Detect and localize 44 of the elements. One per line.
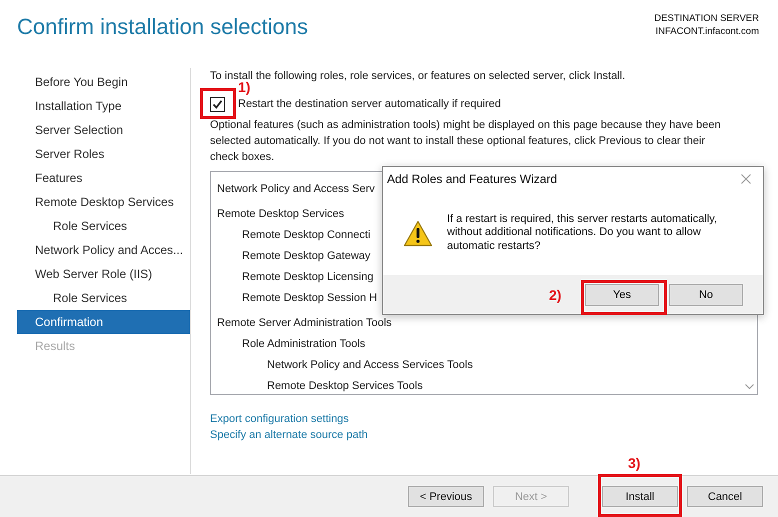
selection-item: Remote Desktop Connecti [242,229,370,241]
wizard-step[interactable]: Before You Begin [17,70,190,94]
wizard-step[interactable]: Remote Desktop Services [17,190,190,214]
dialog-message: If a restart is required, this server restarts automatically, without additional notifications. Do you want to allow automatic restarts? [447,212,718,254]
restart-checkbox[interactable] [210,96,225,112]
wizard-step[interactable]: Features [17,166,190,190]
highlight-frame [200,88,236,119]
step-number-label: 3) [628,455,640,471]
dialog-button[interactable]: No [669,284,743,306]
selection-item: Role Administration Tools [242,338,366,350]
step-number-label: 1) [238,79,250,95]
note-text: Optional features (such as administration tools) might be displayed on this page because they have been selected automatically. If you do not want to install these optional features, click Previous to clear their check boxes. [210,118,722,165]
wizard-step[interactable]: Network Policy and Acces... [17,238,190,262]
wizard-step[interactable]: Confirmation [17,310,190,334]
selection-item: Remote Desktop Gateway [242,250,370,262]
link[interactable]: Specify an alternate source path [210,427,368,443]
server-name: INFACONT.infacont.com [656,25,759,38]
wizard-step[interactable]: Server Selection [17,118,190,142]
selection-item: Remote Desktop Services [217,208,344,220]
selection-item: Network Policy and Access Services Tools [267,359,473,371]
scroll-down-icon[interactable] [744,384,754,390]
wizard-step[interactable]: Role Services [17,286,190,310]
warning-icon [403,220,433,246]
page-title: Confirm installation selections [17,14,308,40]
instruction-text: To install the following roles, role services, or features on selected server, click Install. [210,69,626,82]
selection-item: Remote Desktop Licensing [242,271,374,283]
wizard-step[interactable]: Role Services [17,214,190,238]
wizard-step[interactable]: Installation Type [17,94,190,118]
wizard-step[interactable]: Web Server Role (IIS) [17,262,190,286]
checkbox-label: Restart the destination server automatically if required [238,98,501,110]
dialog-title: Add Roles and Features Wizard [387,172,558,186]
selection-item: Remote Server Administration Tools [217,317,392,329]
selection-item: Remote Desktop Services Tools [267,380,423,392]
wizard-step[interactable]: Server Roles [17,142,190,166]
selection-item: Remote Desktop Session H [242,292,378,304]
destination-label: DESTINATION SERVER [654,12,759,25]
step-number-label: 2) [549,287,562,303]
footer-button[interactable]: Cancel [687,486,763,507]
link[interactable]: Export configuration settings [210,411,349,427]
selection-item: Network Policy and Access Serv [217,183,375,195]
footer-button[interactable]: Install [602,486,678,507]
close-icon[interactable] [741,174,751,184]
dialog-button[interactable]: Yes [585,284,659,306]
footer-button[interactable]: < Previous [408,486,484,507]
